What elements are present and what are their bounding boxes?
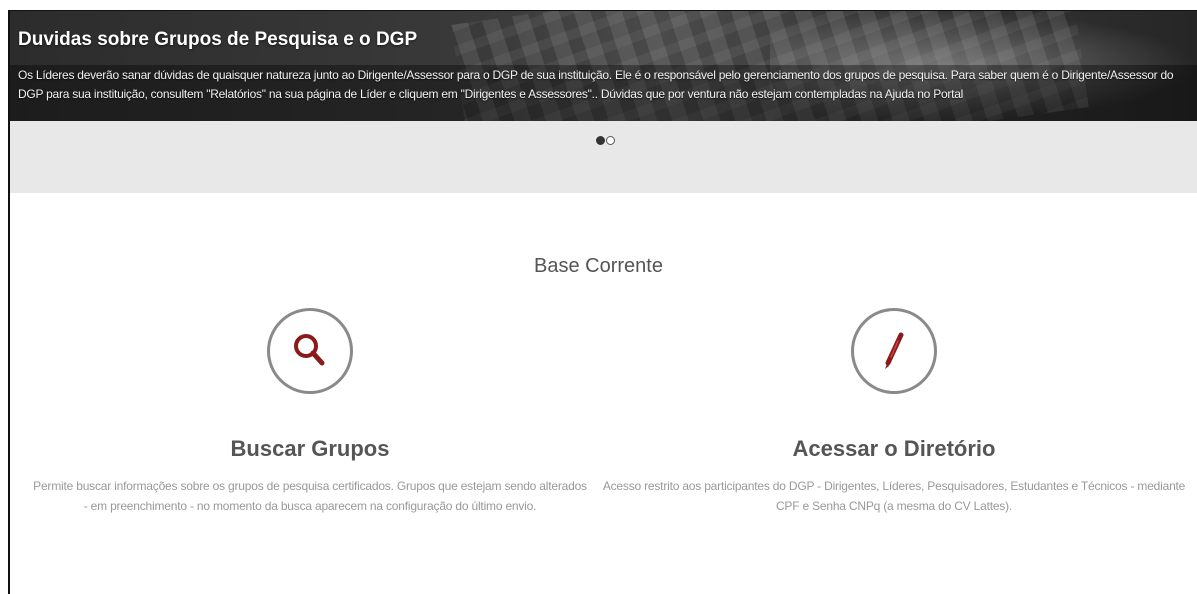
buscar-grupos-button[interactable] (267, 308, 353, 394)
buscar-grupos-description: Permite buscar informações sobre os grup… (33, 479, 587, 513)
section-title: Base Corrente (534, 255, 663, 277)
buscar-grupos-card: Buscar Grupos Permite buscar informações… (10, 308, 610, 516)
acessar-diretorio-card: Acessar o Diretório Acesso restrito aos … (594, 308, 1194, 516)
carousel-indicator-bar (10, 121, 1197, 193)
carousel-dot-2[interactable] (606, 136, 615, 145)
buscar-grupos-link[interactable]: Buscar Grupos (10, 436, 610, 462)
pen-icon (885, 332, 904, 369)
acessar-diretorio-description: Acesso restrito aos participantes do DGP… (602, 479, 1186, 513)
banner-title: Duvidas sobre Grupos de Pesquisa e o DGP (18, 29, 418, 50)
banner-text: Os Líderes deverão sanar dúvidas de quai… (18, 68, 1174, 101)
acessar-diretorio-link[interactable]: Acessar o Diretório (594, 436, 1194, 462)
carousel-dot-1[interactable] (596, 136, 605, 145)
acessar-diretorio-button[interactable] (851, 308, 937, 394)
carousel-dots (596, 136, 615, 145)
search-icon (294, 334, 325, 366)
carousel-banner-slide[interactable]: Duvidas sobre Grupos de Pesquisa e o DGP… (10, 11, 1197, 121)
